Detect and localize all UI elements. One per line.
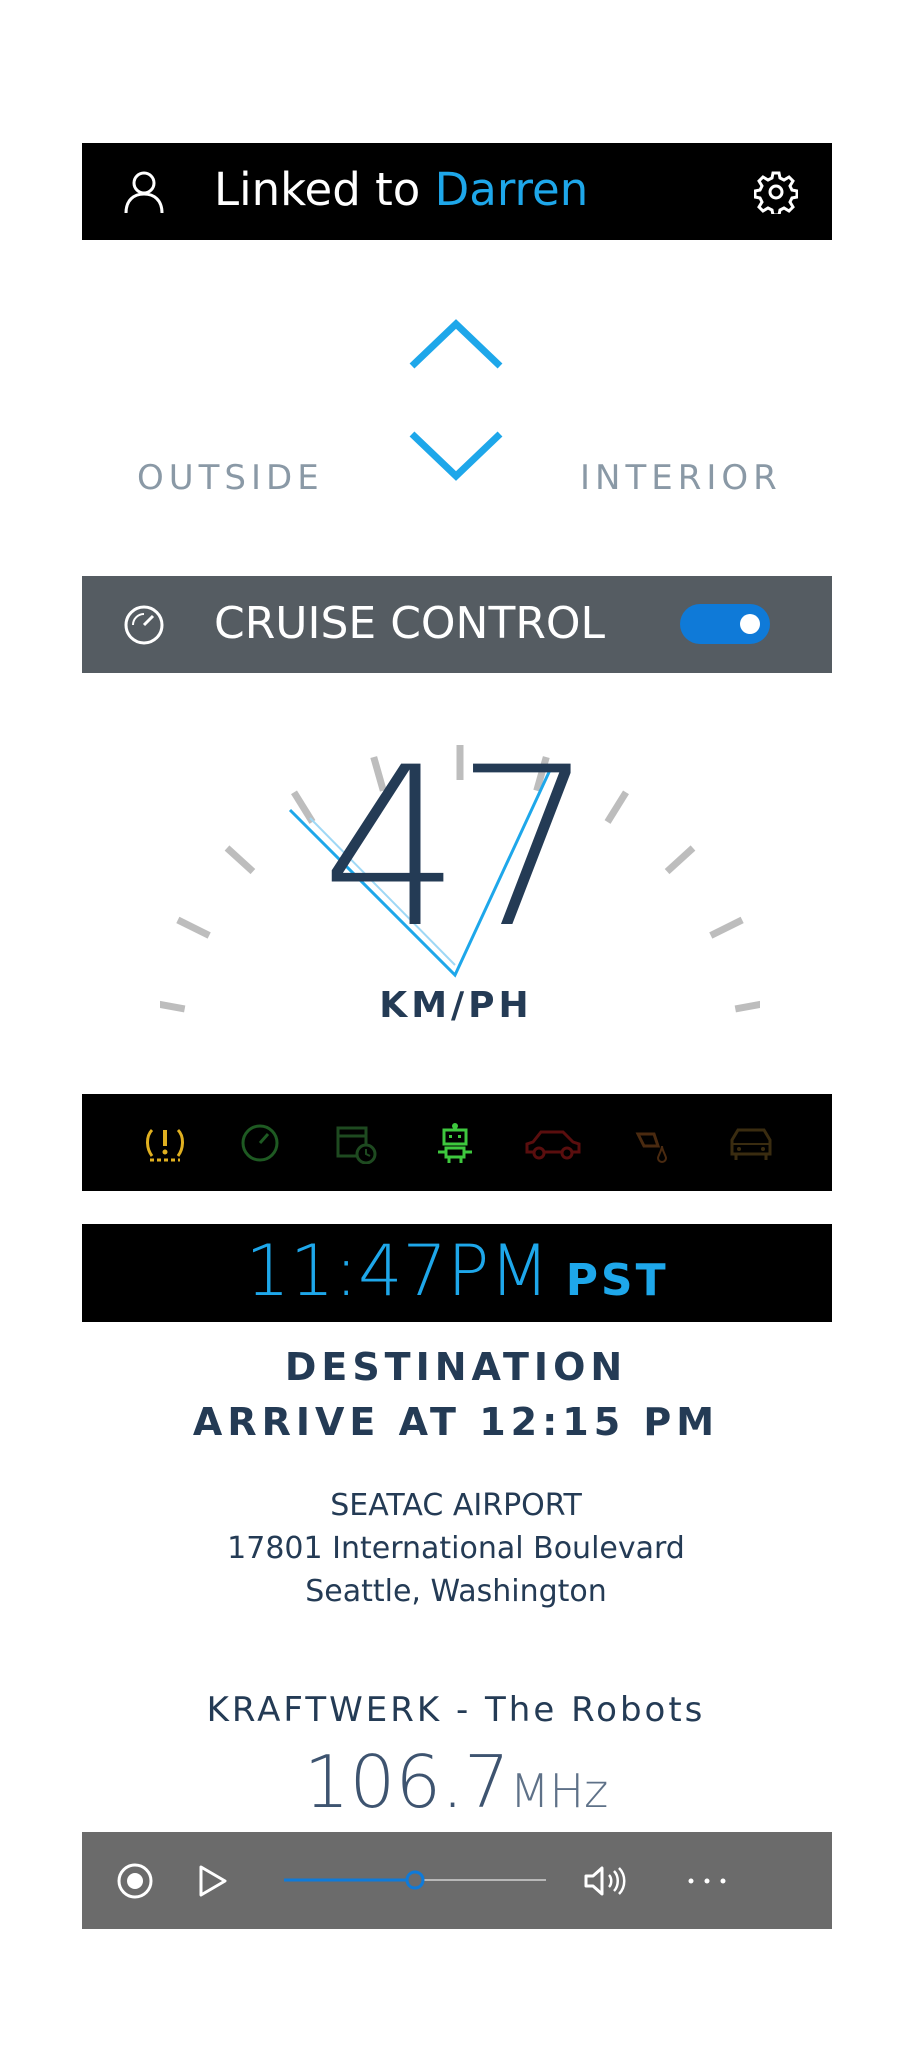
gauge-tick bbox=[664, 845, 696, 875]
radio-frequency: 106.7MHz bbox=[0, 1740, 912, 1824]
warning-indicator-bar bbox=[82, 1094, 832, 1191]
toggle-knob bbox=[740, 614, 760, 634]
play-icon[interactable] bbox=[192, 1862, 230, 1900]
volume-icon[interactable] bbox=[582, 1862, 628, 1900]
seek-slider[interactable] bbox=[284, 1870, 546, 1890]
speedometer-icon bbox=[124, 605, 164, 645]
destination-name: SEATAC AIRPORT bbox=[330, 1488, 582, 1523]
destination-arrival: ARRIVE AT 12:15 PM bbox=[192, 1400, 720, 1444]
radio-frequency-value: 106.7 bbox=[303, 1740, 510, 1824]
tire-pressure-icon[interactable] bbox=[144, 1122, 186, 1164]
clock-display: 11:47PM PST bbox=[82, 1230, 832, 1312]
cruise-control-toggle[interactable] bbox=[680, 604, 770, 644]
gear-icon[interactable] bbox=[754, 170, 798, 214]
linked-account-bar: Linked to Darren bbox=[82, 143, 832, 240]
gauge-tick bbox=[176, 916, 211, 939]
car-front-icon[interactable] bbox=[726, 1122, 776, 1164]
destination-title: DESTINATION bbox=[284, 1345, 628, 1389]
linked-prefix: Linked to bbox=[214, 163, 421, 216]
linked-account-title: Linked to Darren bbox=[214, 157, 588, 223]
clock-time: 11:47PM bbox=[245, 1230, 550, 1312]
radio-track: KRAFTWERK - The Robots bbox=[206, 1690, 706, 1730]
radio-frequency-unit: MHz bbox=[509, 1764, 609, 1818]
more-options-icon[interactable] bbox=[682, 1862, 732, 1900]
view-outside-label[interactable]: OUTSIDE bbox=[137, 458, 324, 498]
robot-icon[interactable] bbox=[434, 1122, 476, 1164]
calendar-clock-icon[interactable] bbox=[335, 1122, 377, 1164]
clock-timezone: PST bbox=[565, 1255, 669, 1306]
car-icon[interactable] bbox=[523, 1122, 583, 1164]
speedometer-icon[interactable] bbox=[239, 1122, 281, 1164]
cruise-control-bar: CRUISE CONTROL bbox=[82, 576, 832, 673]
gauge-tick bbox=[734, 1000, 760, 1013]
media-control-bar bbox=[82, 1832, 832, 1929]
clock-bar: 11:47PM PST bbox=[82, 1224, 832, 1322]
user-icon[interactable] bbox=[124, 170, 164, 214]
gauge-tick bbox=[709, 916, 744, 939]
speed-value: 47 bbox=[321, 720, 595, 976]
destination-city: Seattle, Washington bbox=[305, 1574, 607, 1609]
oil-fill-icon[interactable] bbox=[634, 1122, 676, 1164]
seek-slider-thumb[interactable] bbox=[405, 1870, 425, 1890]
cruise-control-label: CRUISE CONTROL bbox=[214, 598, 606, 649]
chevron-up-icon[interactable] bbox=[406, 316, 506, 376]
speed-unit: KM/PH bbox=[379, 985, 533, 1026]
gauge-tick bbox=[224, 845, 256, 875]
linked-user-name[interactable]: Darren bbox=[435, 163, 589, 216]
view-interior-label[interactable]: INTERIOR bbox=[580, 458, 782, 498]
destination-street: 17801 International Boulevard bbox=[227, 1531, 685, 1566]
gauge-tick bbox=[160, 1000, 186, 1013]
record-icon[interactable] bbox=[116, 1862, 154, 1900]
chevron-down-icon[interactable] bbox=[406, 424, 506, 484]
